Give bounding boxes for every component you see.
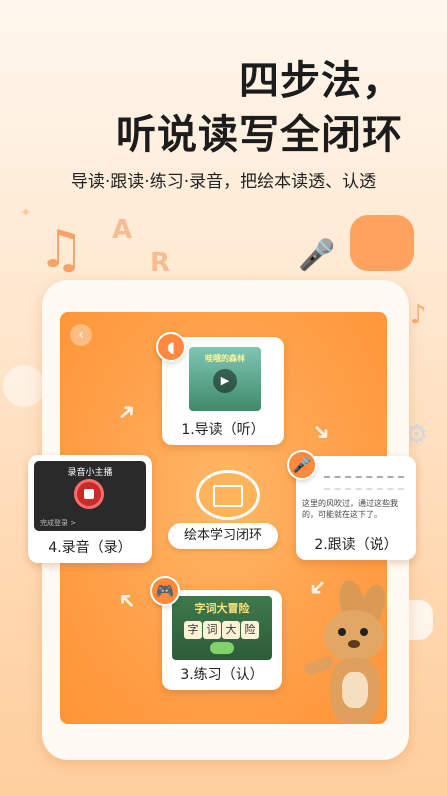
step-label: 1.导读（听） xyxy=(181,422,265,438)
app-title: 录音小主播 xyxy=(67,468,113,478)
char-tile[interactable]: 词 xyxy=(203,621,221,639)
mascot-belly xyxy=(342,672,368,708)
step-card-recording[interactable]: 录音小主播 完成登录 > 4.录音（录） xyxy=(28,455,152,563)
back-button[interactable]: ‹ xyxy=(70,324,92,346)
record-action[interactable]: 完成登录 > xyxy=(40,518,76,528)
char-tile[interactable]: 大 xyxy=(222,621,240,639)
mascot-head xyxy=(324,610,384,662)
step-card-practice[interactable]: 字词大冒险 字词大险 3.练习（认） xyxy=(162,590,282,690)
kangaroo-mascot xyxy=(300,577,400,730)
mascot-nose xyxy=(348,640,360,648)
letter-r-decoration: R xyxy=(150,248,171,278)
letter-a-decoration: A xyxy=(112,215,133,245)
waveform xyxy=(324,476,404,490)
chat-bubble-icon xyxy=(350,215,414,271)
microphone-icon: 🎤 xyxy=(287,450,317,480)
book-cover-thumbnail: 哇哦的森林 ▶ xyxy=(189,347,261,411)
play-icon[interactable]: ▶ xyxy=(213,369,237,393)
game-thumbnail: 字词大冒险 字词大险 xyxy=(172,596,272,660)
headline-line2: 听说读写全闭环 xyxy=(116,112,403,158)
center-label: 绘本学习闭环 xyxy=(168,523,278,549)
mascot-body xyxy=(330,658,380,724)
ear-icon: ◖ xyxy=(156,332,186,362)
book-title: 哇哦的森林 xyxy=(205,354,245,363)
game-title: 字词大冒险 xyxy=(194,602,250,615)
microphone-deco-icon: 🎤 xyxy=(298,238,336,273)
mascot-arm xyxy=(302,655,336,677)
sparkle-icon: ♪ xyxy=(410,300,427,330)
recording-screen: 录音小主播 完成登录 > xyxy=(34,461,146,531)
open-book-icon xyxy=(196,470,260,520)
record-button[interactable] xyxy=(74,479,104,509)
headline-line1: 四步法， xyxy=(239,58,403,104)
stop-icon xyxy=(84,489,94,499)
step-label: 3.练习（认） xyxy=(180,667,264,683)
chevron-left-icon: ‹ xyxy=(78,327,84,343)
char-tile[interactable]: 字 xyxy=(184,621,202,639)
music-note-icon: ♫ xyxy=(38,220,85,280)
subtitle: 导读·跟读·练习·录音，把绘本读透、认透 xyxy=(70,172,377,192)
mascot-eye xyxy=(338,628,346,636)
read-along-text: 这里的风吹过，通过这些我的，可能就在这下了。 xyxy=(302,499,398,519)
game-start-button[interactable] xyxy=(210,642,234,654)
step-label: 4.录音（录） xyxy=(48,540,132,556)
bubble-decoration xyxy=(3,365,45,407)
mascot-eye xyxy=(360,628,368,636)
char-tile[interactable]: 险 xyxy=(241,621,259,639)
gamepad-icon: 🎮 xyxy=(150,576,180,606)
sparkle-icon: ✦ xyxy=(20,205,32,221)
step-label: 2.跟读（说） xyxy=(314,537,398,553)
char-tiles: 字词大险 xyxy=(184,618,264,639)
book-outline xyxy=(213,485,243,507)
